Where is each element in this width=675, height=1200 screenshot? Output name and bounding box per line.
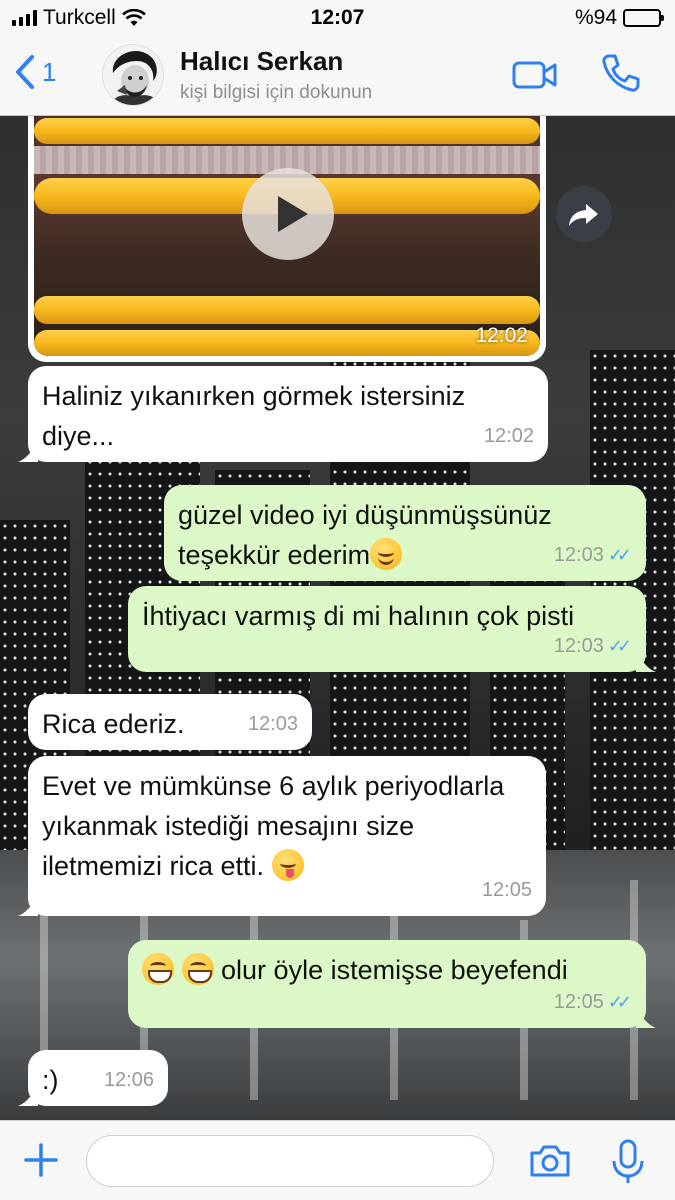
- bubble-tail: [18, 896, 38, 916]
- message-outgoing[interactable]: İhtiyacı varmış di mi halının çok pisti …: [128, 586, 656, 672]
- avatar[interactable]: [102, 44, 164, 106]
- video-call-button[interactable]: [512, 60, 558, 95]
- message-incoming[interactable]: Evet ve mümkünse 6 aylık periyodlarla yı…: [18, 756, 546, 916]
- clock: 12:07: [310, 6, 365, 29]
- grinning-face-icon: [142, 953, 174, 985]
- battery-group: %94: [574, 6, 664, 30]
- read-receipt-icon: ✓✓: [607, 636, 632, 656]
- message-time: 12:06: [103, 1069, 154, 1091]
- message-incoming[interactable]: Rica ederiz. 12:03: [28, 694, 312, 750]
- bubble-tail: [636, 652, 656, 672]
- video-call-icon: [512, 61, 557, 89]
- grinning-face-icon: [181, 953, 214, 985]
- bubble-tail: [18, 1086, 38, 1106]
- smiling-face-icon: [370, 538, 403, 570]
- contact-name[interactable]: Halıcı Serkan: [180, 46, 343, 77]
- message-time: 12:03: [553, 544, 604, 566]
- contact-subtitle[interactable]: kişi bilgisi için dokunun: [180, 82, 372, 104]
- message-text-content: olur öyle istemişse beyefendi: [221, 955, 568, 985]
- message-time: 12:05: [481, 879, 532, 901]
- video-frame-pole: [34, 118, 540, 144]
- voice-record-button[interactable]: [610, 1139, 646, 1190]
- attach-button[interactable]: [22, 1141, 60, 1184]
- camera-icon: [530, 1145, 570, 1177]
- battery-percent: %94: [574, 6, 617, 29]
- play-icon[interactable]: [242, 168, 334, 260]
- chat-header: 1 Halıcı Serkan kişi bilgisi için dokunu…: [0, 36, 675, 116]
- message-outgoing[interactable]: olur öyle istemişse beyefendi 12:05 ✓✓: [128, 940, 656, 1028]
- video-message[interactable]: 12:02: [28, 116, 546, 362]
- message-outgoing[interactable]: güzel video iyi düşünmüşsünüz teşekkür e…: [164, 485, 646, 581]
- status-bar: Turkcell 12:07 %94: [0, 0, 675, 36]
- bubble-tail: [18, 442, 38, 462]
- camera-button[interactable]: [528, 1143, 572, 1184]
- message-meta: 12:06: [104, 1060, 154, 1100]
- microphone-icon: [612, 1139, 644, 1183]
- bubble-tail: [636, 1008, 656, 1028]
- message-meta: 12:02: [484, 416, 534, 456]
- message-meta: 12:05: [482, 870, 532, 910]
- message-input[interactable]: [86, 1135, 494, 1187]
- message-meta: 12:05 ✓✓: [554, 982, 632, 1022]
- forward-button[interactable]: [556, 186, 612, 242]
- message-text: Evet ve mümkünse 6 aylık periyodlarla yı…: [42, 766, 506, 886]
- message-meta: 12:03: [248, 704, 298, 744]
- video-frame-pole: [34, 330, 540, 356]
- unread-count: 1: [42, 56, 57, 87]
- back-chevron-icon: [16, 55, 34, 89]
- video-timestamp: 12:02: [475, 324, 528, 347]
- input-bar: [0, 1120, 675, 1200]
- message-meta: 12:03 ✓✓: [554, 626, 632, 666]
- read-receipt-icon: ✓✓: [607, 992, 632, 1012]
- battery-icon: [623, 9, 664, 27]
- message-time: 12:02: [483, 425, 534, 447]
- avatar-portrait-icon: [103, 45, 163, 105]
- message-text-content: güzel video iyi düşünmüşsünüz teşekkür e…: [178, 500, 552, 570]
- plus-icon: [24, 1143, 58, 1177]
- savoring-food-face-icon: [271, 849, 304, 881]
- forward-icon: [569, 204, 598, 226]
- message-time: 12:03: [247, 713, 298, 735]
- message-time: 12:03: [553, 635, 604, 657]
- phone-call-icon: [602, 54, 640, 92]
- message-time: 12:05: [553, 991, 604, 1013]
- message-text: Haliniz yıkanırken görmek istersiniz diy…: [42, 381, 466, 451]
- video-thumbnail[interactable]: 12:02: [34, 116, 540, 356]
- message-incoming[interactable]: :) 12:06: [18, 1050, 168, 1106]
- chat-area[interactable]: 12:02 Haliniz yıkanırken görmek istersin…: [0, 116, 675, 1120]
- read-receipt-icon: ✓✓: [607, 545, 632, 565]
- message-meta: 12:03 ✓✓: [554, 535, 632, 575]
- back-button[interactable]: 1: [14, 54, 56, 90]
- video-frame-pole: [34, 296, 540, 324]
- message-incoming[interactable]: Haliniz yıkanırken görmek istersiniz diy…: [18, 366, 548, 462]
- voice-call-button[interactable]: [600, 52, 642, 99]
